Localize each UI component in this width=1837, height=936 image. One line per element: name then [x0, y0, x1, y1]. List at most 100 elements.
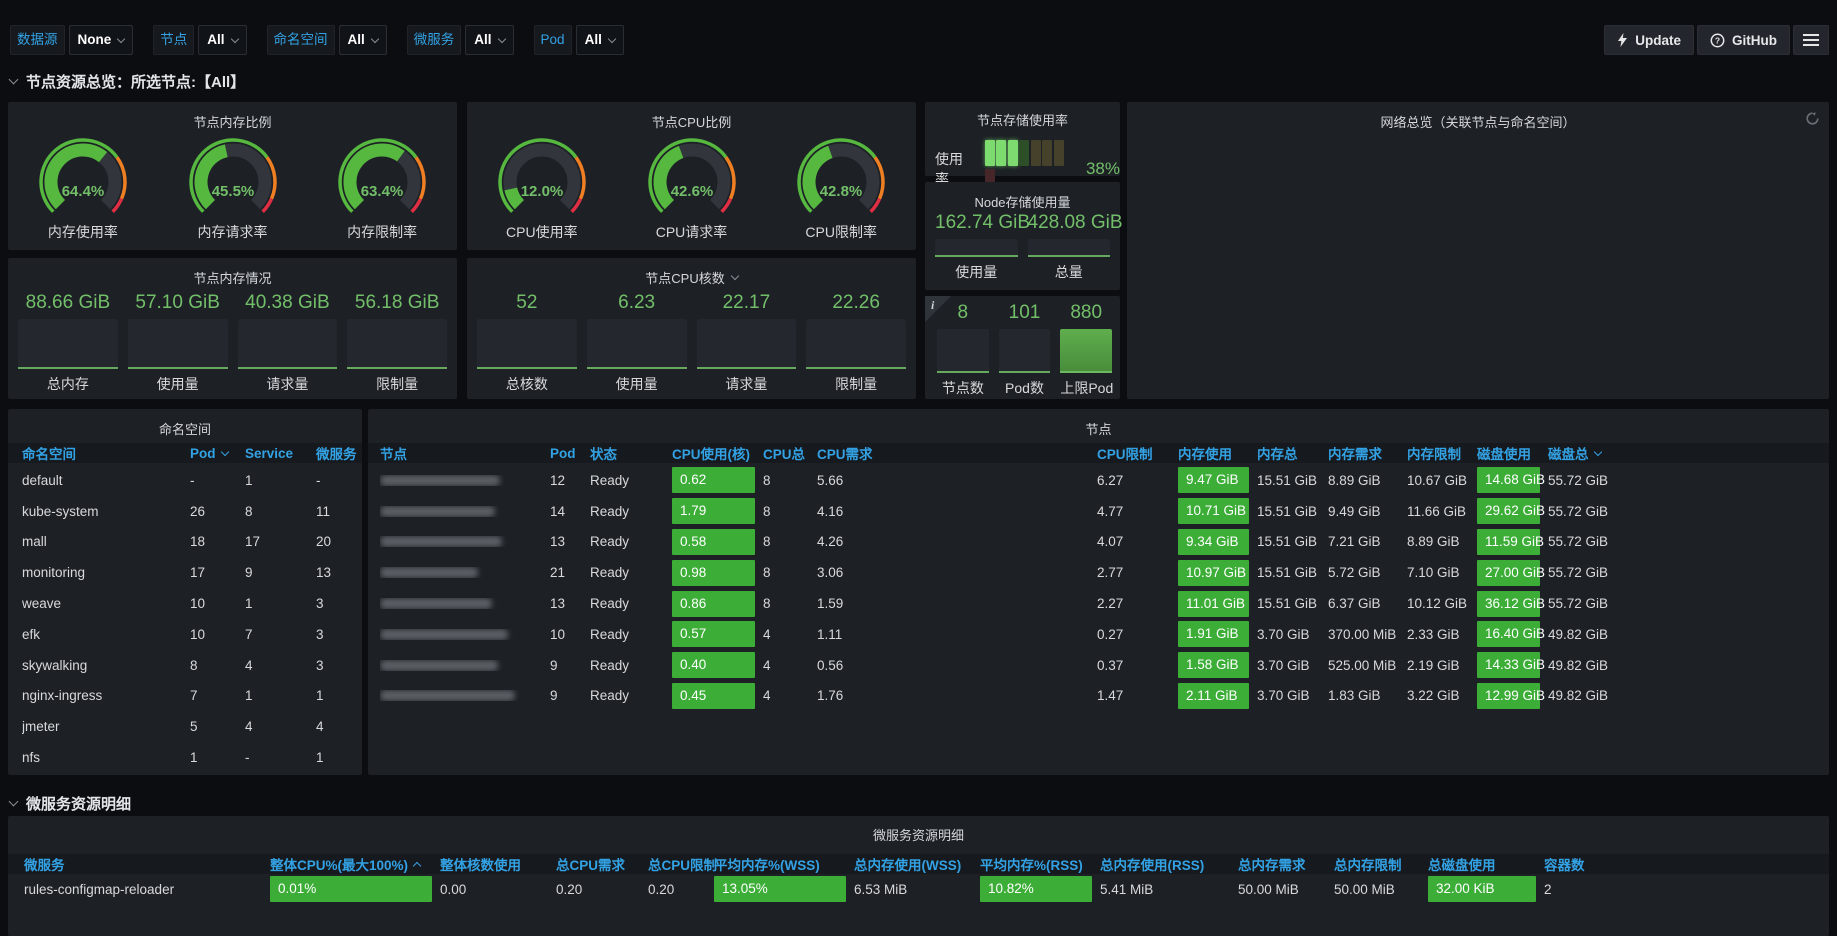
micro-col-容器数[interactable]: 容器数: [1544, 854, 1829, 874]
cell-name: kube-system: [22, 504, 190, 519]
micro-col-微服务[interactable]: 微服务: [24, 854, 270, 874]
variable-label-2[interactable]: 节点: [153, 25, 194, 55]
micro-col-总内存限制[interactable]: 总内存限制: [1334, 854, 1428, 874]
node-col-CPU使用(核)[interactable]: CPU使用(核): [672, 443, 763, 463]
gauge-arc: 42.8%: [776, 138, 906, 218]
dashboard-menu-button[interactable]: [1793, 25, 1829, 55]
cell-mem_use: 2.11 GiB: [1178, 683, 1257, 709]
node-col-CPU需求[interactable]: CPU需求: [817, 443, 1097, 463]
micro-col-总内存需求[interactable]: 总内存需求: [1238, 854, 1334, 874]
stat-label: 节点数: [937, 378, 989, 398]
micro-col-总内存使用(WSS)[interactable]: 总内存使用(WSS): [854, 854, 980, 874]
micro-col-总CPU需求[interactable]: 总CPU需求: [556, 854, 648, 874]
ns-col-Pod[interactable]: Pod: [190, 446, 245, 461]
panel-title[interactable]: 网络总览（关联节点与命名空间）: [1127, 112, 1829, 131]
gauge-CPU使用率: 12.0%CPU使用率: [467, 138, 617, 242]
cell-mem_lim: 10.67 GiB: [1407, 473, 1477, 488]
panel-title[interactable]: 节点: [368, 419, 1829, 438]
panel-node-pod-counts: i 8节点数101Pod数880上限Pod: [925, 296, 1120, 399]
gauge-label: 内存限制率: [307, 222, 457, 242]
row-header-microservice-detail[interactable]: 微服务资源明细: [10, 792, 131, 814]
value-cell-green: 1.79: [672, 498, 755, 524]
column-label: 内存需求: [1328, 443, 1382, 463]
panel-title[interactable]: 命名空间: [8, 419, 362, 438]
variable-select-1[interactable]: None: [69, 25, 134, 55]
cell-cpu_req: 3.06: [817, 565, 1097, 580]
node-col-内存使用[interactable]: 内存使用: [1178, 443, 1257, 463]
ns-col-命名空间[interactable]: 命名空间: [22, 443, 190, 463]
cell-cpu_use: 0.57: [672, 621, 763, 647]
variable-select-2[interactable]: All: [198, 25, 246, 55]
node-col-内存总[interactable]: 内存总: [1257, 443, 1328, 463]
micro-col-平均内存%(RSS)[interactable]: 平均内存%(RSS): [980, 854, 1100, 874]
value-cell-green: 1.91 GiB: [1178, 621, 1249, 647]
led-cell: [1019, 140, 1029, 166]
column-label: 总CPU限制: [648, 854, 717, 874]
update-button[interactable]: Update: [1604, 25, 1694, 55]
variable-select-3[interactable]: All: [339, 25, 387, 55]
cell-status: Ready: [590, 504, 672, 519]
node-col-磁盘使用[interactable]: 磁盘使用: [1477, 443, 1548, 463]
micro-col-总内存使用(RSS)[interactable]: 总内存使用(RSS): [1100, 854, 1238, 874]
cell-mem_total: 15.51 GiB: [1257, 565, 1328, 580]
panel-title[interactable]: 节点内存情况: [8, 268, 457, 287]
variable-label-1[interactable]: 数据源: [10, 25, 65, 55]
sort-asc-icon: [413, 861, 421, 869]
ns-col-Service[interactable]: Service: [245, 446, 316, 461]
cell-cpu_lim: 0.20: [648, 882, 714, 897]
cell-cpu_use: 1.79: [672, 498, 763, 524]
variable-label-4[interactable]: 微服务: [407, 25, 462, 55]
micro-col-整体核数使用[interactable]: 整体核数使用: [440, 854, 556, 874]
redacted-node-name: [380, 567, 478, 578]
column-label: 总CPU需求: [556, 854, 625, 874]
micro-col-总磁盘使用[interactable]: 总磁盘使用: [1428, 854, 1544, 874]
panel-title[interactable]: Node存储使用量: [925, 192, 1120, 211]
cell-pod: 10: [550, 627, 590, 642]
stat-上限Pod: 880上限Pod: [1060, 302, 1112, 398]
value-cell-green: 11.01 GiB: [1178, 591, 1249, 617]
micro-col-总CPU限制[interactable]: 总CPU限制: [648, 854, 714, 874]
value-cell-green: 14.33 GiB: [1477, 652, 1540, 678]
variable-select-4[interactable]: All: [465, 25, 513, 55]
update-label: Update: [1635, 33, 1681, 48]
node-col-CPU总[interactable]: CPU总: [763, 443, 817, 463]
cell-mem_use: 9.34 GiB: [1178, 529, 1257, 555]
micro-col-平均内存%(WSS)[interactable]: 平均内存%(WSS): [714, 854, 854, 874]
cell-service: 8: [245, 504, 316, 519]
variable-label-5[interactable]: Pod: [534, 25, 572, 55]
variable-label-3[interactable]: 命名空间: [267, 25, 335, 55]
namespace-table-body: default-1-kube-system26811mall181720moni…: [8, 465, 362, 773]
stat-row: 88.66 GiB总内存57.10 GiB使用量40.38 GiB请求量56.1…: [18, 292, 447, 394]
cell-name: rules-configmap-reloader: [24, 882, 270, 897]
micro-col-整体CPU%(最大100%)[interactable]: 整体CPU%(最大100%): [270, 854, 440, 874]
stat-label: 限制量: [806, 374, 906, 394]
node-col-磁盘总[interactable]: 磁盘总: [1548, 443, 1829, 463]
redacted-node-name: [380, 629, 508, 640]
cell-cpu_req: 0.20: [556, 882, 648, 897]
panel-title[interactable]: 微服务资源明细: [8, 825, 1829, 844]
node-col-节点[interactable]: 节点: [380, 443, 550, 463]
table-row: 10Ready0.5741.110.271.91 GiB3.70 GiB370.…: [368, 619, 1829, 650]
cell-node-name: [380, 506, 550, 517]
cell-node-name: [380, 629, 550, 640]
value-cell-green: 32.00 KiB: [1428, 876, 1536, 902]
node-col-内存限制[interactable]: 内存限制: [1407, 443, 1477, 463]
cell-pod: 26: [190, 504, 245, 519]
panel-network-overview: 网络总览（关联节点与命名空间）: [1127, 102, 1829, 399]
node-col-状态[interactable]: 状态: [590, 443, 672, 463]
panel-title[interactable]: 节点CPU比例: [467, 112, 916, 131]
panel-title[interactable]: 节点存储使用率: [925, 110, 1120, 129]
row-header-node-overview[interactable]: 节点资源总览：所选节点:【All】: [10, 70, 245, 92]
refresh-icon[interactable]: [1805, 111, 1820, 126]
variable-select-5[interactable]: All: [576, 25, 624, 55]
ns-col-微服务[interactable]: 微服务: [316, 443, 362, 463]
panel-title[interactable]: 节点CPU核数: [467, 268, 916, 287]
panel-title[interactable]: 节点内存比例: [8, 112, 457, 131]
table-row: nginx-ingress711: [8, 681, 362, 712]
node-col-Pod[interactable]: Pod: [550, 446, 590, 461]
node-col-内存需求[interactable]: 内存需求: [1328, 443, 1407, 463]
github-button[interactable]: ? GitHub: [1697, 25, 1790, 55]
node-col-CPU限制[interactable]: CPU限制: [1097, 443, 1178, 463]
stat-总量: 428.08 GiB总量: [1028, 212, 1111, 282]
stat-label: 使用量: [128, 374, 228, 394]
